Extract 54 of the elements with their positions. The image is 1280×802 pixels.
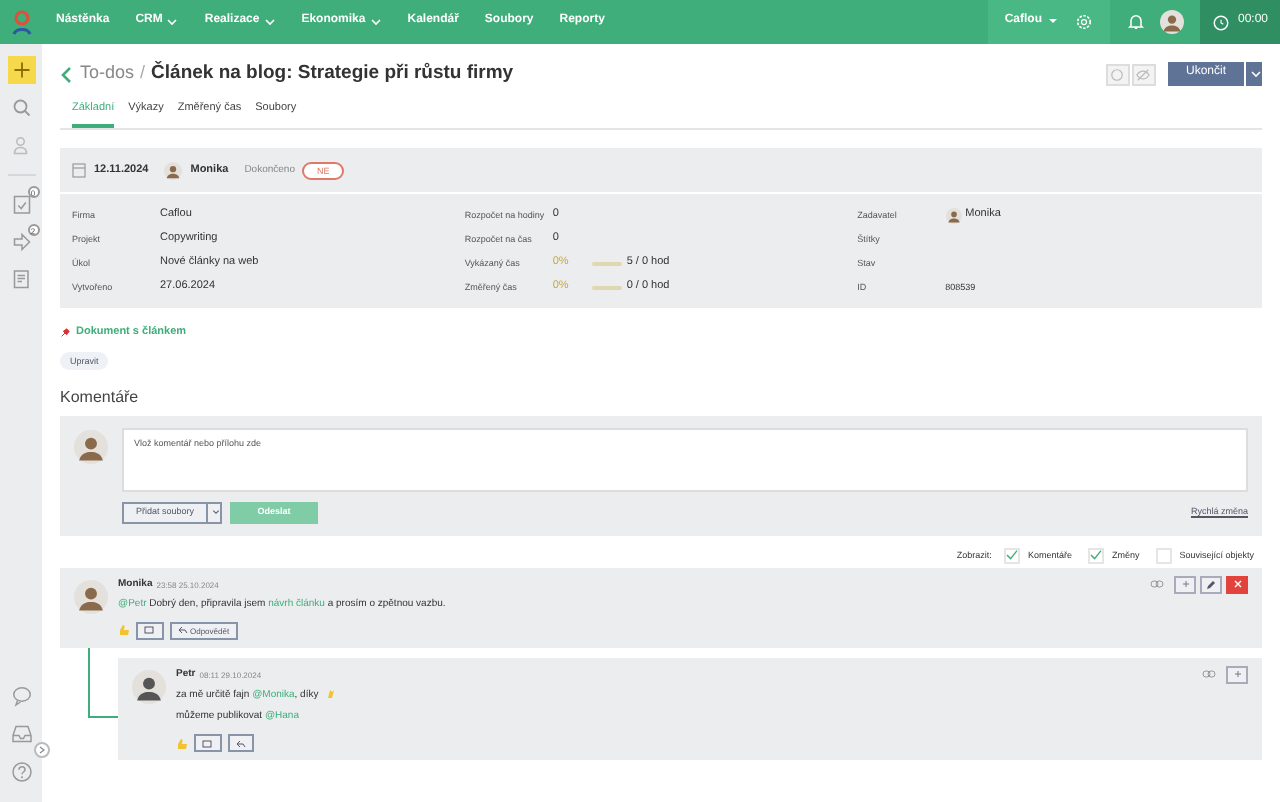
clock-icon <box>1110 67 1125 81</box>
plus-icon <box>1181 580 1189 589</box>
check-icon <box>1089 550 1102 561</box>
checkbox[interactable] <box>1155 547 1172 564</box>
add-button[interactable] <box>1226 665 1248 684</box>
pencil-icon <box>1206 579 1216 590</box>
caret-icon <box>1047 18 1058 25</box>
notification-bell-icon[interactable] <box>1125 12 1146 32</box>
close-icon <box>1233 580 1241 589</box>
chevron-down-icon <box>212 508 221 517</box>
avatar-icon <box>74 429 108 464</box>
chevron-down-icon <box>1250 70 1262 78</box>
avatar-icon <box>945 207 962 224</box>
thumbs-up-icon[interactable] <box>118 624 130 637</box>
link-icon[interactable] <box>1150 580 1164 589</box>
timer-icon[interactable] <box>1211 13 1230 31</box>
checkbox[interactable] <box>1003 547 1020 564</box>
edit-button[interactable] <box>1200 575 1222 594</box>
logo-icon <box>11 9 31 35</box>
chat-button[interactable] <box>7 682 35 710</box>
thumbs-up-icon[interactable] <box>176 737 188 749</box>
plus-icon <box>1233 670 1241 679</box>
avatar-icon <box>74 579 108 614</box>
delete-button[interactable] <box>1226 575 1248 594</box>
reply-button[interactable] <box>228 734 254 752</box>
checkbox[interactable] <box>1087 547 1104 564</box>
timer-button[interactable] <box>1105 63 1130 85</box>
page-title: Článek na blog: Strategie při růstu firmy <box>151 61 514 87</box>
dropdown-button[interactable] <box>1246 62 1262 86</box>
dropdown-button[interactable] <box>208 501 223 524</box>
check-icon <box>1005 550 1018 561</box>
avatar-icon <box>164 161 183 180</box>
back-chevron-icon[interactable] <box>60 65 72 83</box>
reply-arrow-icon <box>178 626 188 635</box>
plus-button[interactable] <box>7 56 35 84</box>
help-button[interactable] <box>7 758 35 786</box>
inbox-button[interactable] <box>7 720 35 748</box>
settings-icon[interactable] <box>1073 12 1094 32</box>
avatar-icon <box>1159 10 1184 34</box>
eye-slash-icon <box>1136 67 1151 81</box>
breadcrumb-separator: / <box>140 62 146 86</box>
chevron-right-icon <box>38 746 46 754</box>
reaction-button[interactable] <box>136 621 164 640</box>
hand-emoji-icon <box>325 687 336 700</box>
expand-button[interactable] <box>34 742 50 758</box>
breadcrumb-link[interactable]: To-dos <box>80 62 135 86</box>
pin-icon <box>60 328 70 339</box>
calendar-icon <box>72 162 86 179</box>
reaction-button[interactable] <box>194 734 222 752</box>
hide-button[interactable] <box>1131 63 1156 85</box>
section-title: Komentáře <box>60 388 141 410</box>
reply-arrow-icon <box>236 739 246 747</box>
link-icon[interactable] <box>1202 670 1216 679</box>
avatar-icon <box>132 669 166 704</box>
